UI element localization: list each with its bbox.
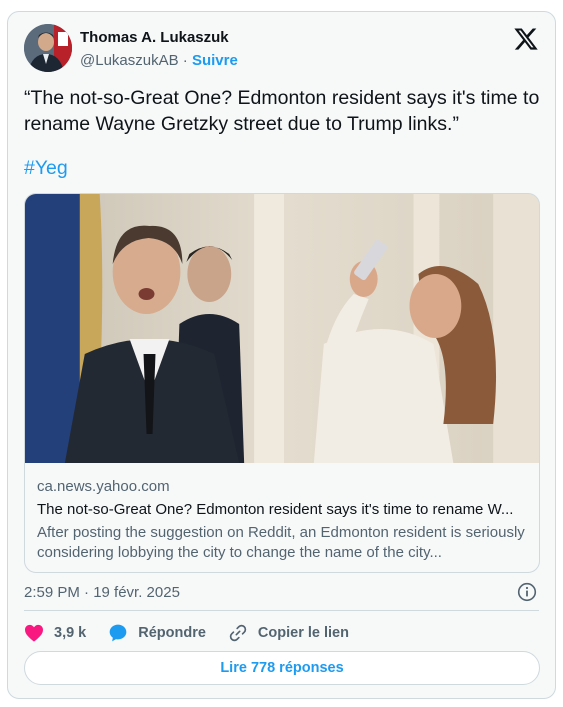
- author-handle[interactable]: @LukaszukAB: [80, 52, 179, 69]
- link-domain: ca.news.yahoo.com: [37, 478, 170, 495]
- like-count: 3,9 k: [54, 625, 87, 641]
- link-meta: ca.news.yahoo.com The not-so-Great One? …: [37, 477, 529, 563]
- link-icon: [229, 624, 247, 642]
- read-replies-button[interactable]: Lire 778 réponses: [24, 651, 540, 685]
- action-bar: 3,9 k Répondre Copier le lien: [24, 620, 371, 646]
- like-button[interactable]: 3,9 k: [24, 624, 86, 642]
- hashtag-link[interactable]: #Yeg: [24, 157, 68, 180]
- author-line: @LukaszukAB · Suivre: [80, 52, 238, 69]
- link-description: After posting the suggestion on Reddit, …: [37, 524, 525, 561]
- article-image: [25, 194, 539, 463]
- link-preview-card[interactable]: ca.news.yahoo.com The not-so-Great One? …: [24, 193, 540, 573]
- separator: ·: [182, 52, 188, 69]
- follow-button[interactable]: Suivre: [192, 52, 238, 69]
- tweet-timestamp[interactable]: 2:59 PM · 19 févr. 2025: [24, 584, 180, 601]
- divider: [24, 610, 539, 611]
- avatar[interactable]: [24, 24, 72, 72]
- reply-button[interactable]: Répondre: [108, 623, 206, 643]
- copy-link-button[interactable]: Copier le lien: [228, 623, 349, 643]
- speech-bubble-icon: [109, 624, 127, 642]
- info-icon[interactable]: [517, 582, 537, 602]
- x-logo-icon[interactable]: [513, 26, 539, 52]
- tweet-embed-card: Thomas A. Lukaszuk @LukaszukAB · Suivre …: [7, 11, 556, 699]
- reply-label: Répondre: [138, 625, 206, 641]
- heart-icon: [25, 624, 43, 642]
- tweet-text: “The not-so-Great One? Edmonton resident…: [24, 87, 540, 135]
- author-name[interactable]: Thomas A. Lukaszuk: [80, 29, 229, 46]
- copy-link-label: Copier le lien: [257, 625, 349, 641]
- link-title: The not-so-Great One? Edmonton resident …: [37, 501, 514, 518]
